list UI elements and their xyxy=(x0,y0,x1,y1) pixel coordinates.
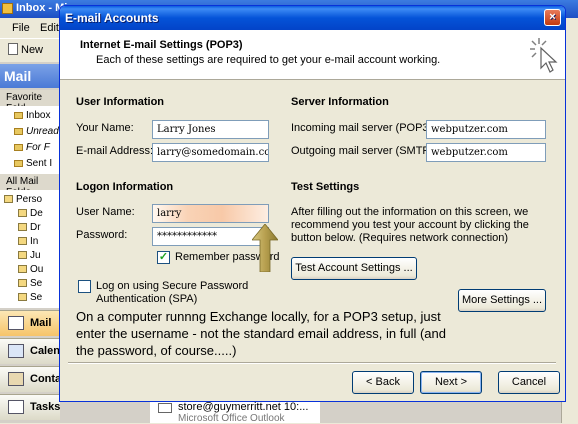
outlook-menu-bar: File Edit xyxy=(0,18,60,38)
folder-icon xyxy=(18,251,27,259)
tree-root[interactable]: Perso xyxy=(4,194,42,205)
pointer-arrow-icon xyxy=(540,46,558,73)
dialog-title-bar: E-mail Accounts × xyxy=(60,6,565,30)
test-settings-info: After filling out the information on thi… xyxy=(291,206,529,244)
folder-icon xyxy=(14,128,23,135)
nav-calendar[interactable]: Calen xyxy=(0,338,60,364)
server-info-title: Server Information xyxy=(291,96,389,108)
spa-label-line2: Authentication (SPA) xyxy=(96,293,198,305)
mail-pane-header: Mail xyxy=(0,64,60,88)
tree-item[interactable]: In xyxy=(18,236,38,247)
email-address-label: E-mail Address: xyxy=(76,145,154,157)
favorite-folders-header[interactable]: Favorite Fold xyxy=(0,90,60,114)
nav-mail[interactable]: Mail xyxy=(0,310,60,336)
folder-icon xyxy=(18,279,27,287)
all-mail-folders-header[interactable]: All Mail Folde xyxy=(0,174,60,198)
user-name-field[interactable]: larry xyxy=(152,204,269,223)
folder-for-follow-up[interactable]: For F xyxy=(14,142,50,153)
tasks-icon xyxy=(8,400,24,414)
folder-icon xyxy=(18,265,27,273)
close-button[interactable]: × xyxy=(544,9,561,26)
nav-contacts[interactable]: Conta xyxy=(0,366,61,392)
menu-edit[interactable]: Edit xyxy=(40,22,59,34)
dialog-header: Internet E-mail Settings (POP3) Each of … xyxy=(60,30,565,80)
new-button[interactable]: New xyxy=(8,43,43,56)
your-name-field[interactable]: Larry Jones xyxy=(152,120,269,139)
incoming-server-field[interactable]: webputzer.com xyxy=(426,120,546,139)
tree-item[interactable]: Se xyxy=(18,292,42,303)
folder-inbox[interactable]: Inbox xyxy=(14,110,50,121)
incoming-server-label: Incoming mail server (POP3): xyxy=(291,122,436,134)
folder-icon xyxy=(4,195,13,203)
folder-icon xyxy=(18,209,27,217)
folder-unread[interactable]: Unread xyxy=(14,126,59,137)
cancel-button[interactable]: Cancel xyxy=(498,371,560,394)
contacts-icon xyxy=(8,372,24,386)
email-subject: Microsoft Office Outlook xyxy=(178,413,285,424)
next-button[interactable]: Next > xyxy=(420,371,482,394)
folder-icon xyxy=(14,112,23,119)
folder-icon xyxy=(18,223,27,231)
calendar-icon xyxy=(8,344,24,358)
more-settings-button[interactable]: More Settings ... xyxy=(458,289,546,312)
settings-sparkle-icon xyxy=(530,38,558,73)
folder-sent[interactable]: Sent I xyxy=(14,158,52,169)
outgoing-server-field[interactable]: webputzer.com xyxy=(426,143,546,162)
folder-icon xyxy=(14,160,23,167)
email-accounts-dialog: E-mail Accounts × Internet E-mail Settin… xyxy=(59,5,566,402)
logon-info-title: Logon Information xyxy=(76,181,174,193)
outgoing-server-label: Outgoing mail server (SMTP): xyxy=(291,145,437,157)
folder-tree: Perso De Dr In Ju Ou Se Se xyxy=(0,190,60,308)
tree-item[interactable]: Ou xyxy=(18,264,43,275)
bottom-separator xyxy=(68,362,556,364)
tree-item[interactable]: De xyxy=(18,208,43,219)
nav-tasks[interactable]: Tasks xyxy=(0,394,60,420)
your-name-label: Your Name: xyxy=(76,122,134,134)
outlook-app-icon xyxy=(2,3,13,14)
folder-icon xyxy=(18,293,27,301)
spa-label-line1: Log on using Secure Password xyxy=(96,280,249,292)
mail-icon xyxy=(158,403,172,413)
tree-item[interactable]: Ju xyxy=(18,250,41,261)
header-title: Internet E-mail Settings (POP3) xyxy=(80,39,243,51)
spa-checkbox[interactable] xyxy=(78,280,91,293)
mail-icon xyxy=(8,316,24,330)
remember-password-checkbox[interactable]: ✓ xyxy=(157,251,170,264)
email-address-field[interactable]: larry@somedomain.com xyxy=(152,143,269,162)
folder-icon xyxy=(14,144,23,151)
user-name-label: User Name: xyxy=(76,206,135,218)
back-button[interactable]: < Back xyxy=(352,371,414,394)
password-label: Password: xyxy=(76,229,128,241)
menu-file[interactable]: File xyxy=(12,22,30,34)
user-info-title: User Information xyxy=(76,96,165,108)
tree-item[interactable]: Se xyxy=(18,278,42,289)
test-account-settings-button[interactable]: Test Account Settings ... xyxy=(291,257,417,280)
outlook-toolbar: New xyxy=(0,38,60,62)
favorite-folders-list: Inbox Unread For F Sent I xyxy=(0,106,60,174)
folder-icon xyxy=(18,237,27,245)
new-icon xyxy=(8,43,18,55)
dialog-title: E-mail Accounts xyxy=(65,11,159,25)
email-from: store@guymerritt.net 10:... xyxy=(178,401,309,413)
tree-item[interactable]: Dr xyxy=(18,222,41,233)
annotation-note: On a computer runnng Exchange locally, f… xyxy=(76,309,446,358)
test-settings-title: Test Settings xyxy=(291,181,360,193)
annotation-arrow-icon xyxy=(252,224,278,272)
header-subtitle: Each of these settings are required to g… xyxy=(96,54,441,66)
close-icon: × xyxy=(549,11,556,23)
